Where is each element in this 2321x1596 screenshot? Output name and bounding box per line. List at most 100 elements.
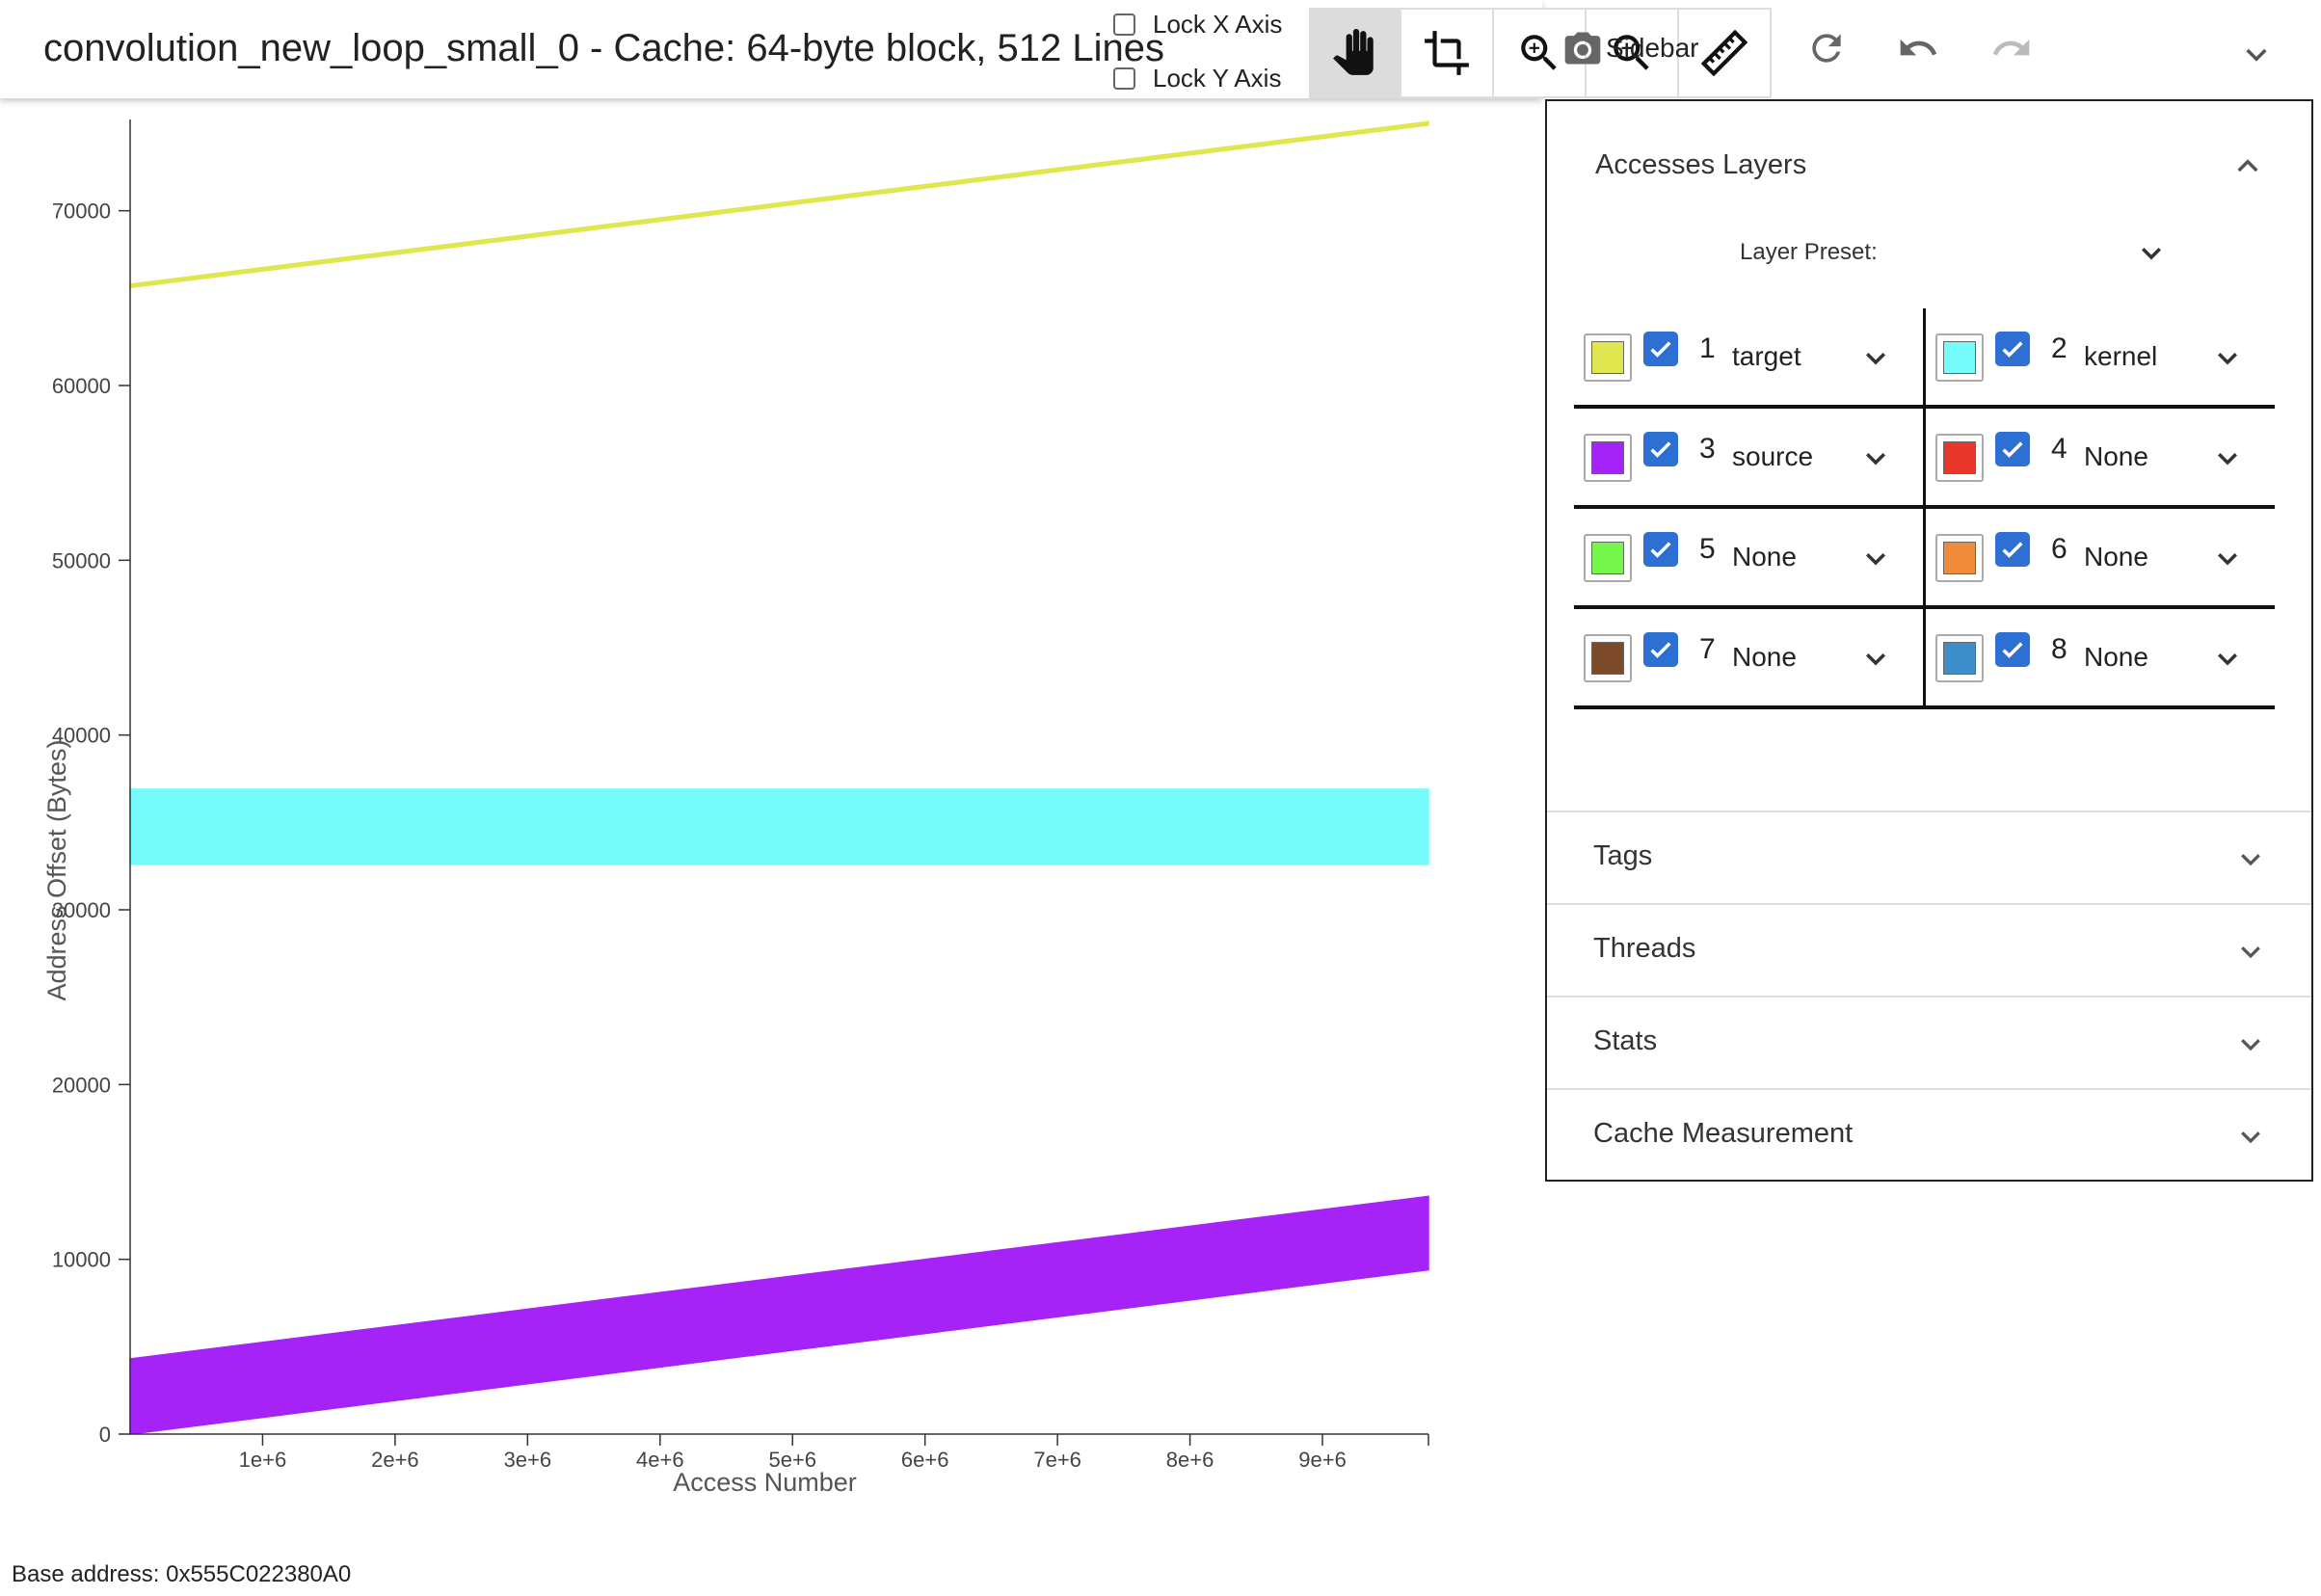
layer-name: None	[1732, 542, 1797, 572]
x-tick-label: 8e+6	[1166, 1448, 1214, 1472]
lock-y-axis-toggle[interactable]: Lock Y Axis	[1113, 64, 1281, 93]
layer-visible-checkbox[interactable]	[1995, 332, 2030, 366]
layer-number: 1	[1699, 332, 1716, 364]
layer-cell: 3 source	[1574, 409, 1926, 505]
chevron-down-icon[interactable]	[1861, 644, 1890, 673]
chevron-down-icon[interactable]	[1861, 443, 1890, 472]
layer-color-picker[interactable]	[1584, 534, 1632, 582]
check-icon	[1650, 642, 1671, 658]
redo-button[interactable]	[1990, 27, 2039, 75]
color-swatch	[1591, 542, 1624, 574]
layer-visible-checkbox[interactable]	[1643, 532, 1678, 567]
chevron-down-icon[interactable]	[2241, 39, 2272, 69]
chevron-down-icon[interactable]	[1861, 544, 1890, 572]
layer-name: source	[1732, 441, 1814, 471]
layer-color-picker[interactable]	[1935, 634, 1984, 682]
x-tick-label: 9e+6	[1298, 1448, 1347, 1472]
layer-name: None	[2084, 441, 2148, 471]
color-swatch	[1943, 341, 1976, 374]
layer-cell: 1 target	[1574, 308, 1926, 405]
layer-name: None	[2084, 542, 2148, 572]
layer-visible-checkbox[interactable]	[1643, 332, 1678, 366]
series-source	[129, 1195, 1429, 1435]
layer-number: 5	[1699, 533, 1716, 565]
chevron-down-icon[interactable]	[2213, 644, 2242, 673]
layer-cell: 4 None	[1926, 409, 2275, 505]
layer-number: 3	[1699, 433, 1716, 465]
layer-visible-checkbox[interactable]	[1995, 432, 2030, 466]
layer-color-picker[interactable]	[1935, 333, 1984, 382]
layer-color-picker[interactable]	[1935, 434, 1984, 482]
section-threads[interactable]: Threads	[1547, 903, 2311, 996]
chevron-down-icon[interactable]	[2213, 343, 2242, 372]
color-swatch	[1943, 542, 1976, 574]
zoom-in-icon	[1521, 35, 1557, 70]
lock-x-axis-toggle[interactable]: Lock X Axis	[1113, 10, 1282, 40]
layer-number: 7	[1699, 633, 1716, 665]
check-icon	[2002, 441, 2023, 458]
section-tags[interactable]: Tags	[1547, 811, 2311, 903]
plot-toolbar	[1309, 8, 1772, 98]
lock-y-label: Lock Y Axis	[1153, 64, 1282, 93]
layer-number: 6	[2051, 533, 2068, 565]
layer-color-picker[interactable]	[1584, 634, 1632, 682]
x-tick-label: 7e+6	[1033, 1448, 1081, 1472]
series-kernel	[129, 788, 1429, 865]
lock-y-checkbox[interactable]	[1113, 67, 1135, 90]
layer-color-picker[interactable]	[1584, 333, 1632, 382]
x-tick-label: 2e+6	[371, 1448, 419, 1472]
sidebar-toggle-button[interactable]: Sidebar	[1561, 27, 1699, 69]
x-axis-label: Access Number	[673, 1468, 857, 1497]
layer-row: 5 None 6 None	[1574, 509, 2275, 609]
layer-preset-dropdown[interactable]	[2137, 238, 2166, 267]
lock-x-checkbox[interactable]	[1113, 13, 1135, 36]
layer-cell: 7 None	[1574, 609, 1926, 705]
ruler-icon	[1700, 29, 1748, 77]
y-tick-label: 70000	[52, 200, 111, 224]
layer-name: None	[1732, 642, 1797, 672]
layer-color-picker[interactable]	[1584, 434, 1632, 482]
layer-cell: 6 None	[1926, 509, 2275, 605]
layer-number: 8	[2051, 633, 2068, 665]
layer-visible-checkbox[interactable]	[1995, 632, 2030, 667]
layer-name: target	[1732, 341, 1801, 371]
layer-visible-checkbox[interactable]	[1995, 532, 2030, 567]
series-target	[129, 120, 1429, 289]
section-label: Threads	[1593, 933, 1696, 964]
lock-x-label: Lock X Axis	[1153, 10, 1283, 39]
color-swatch	[1943, 642, 1976, 675]
sidebar-label: Sidebar	[1606, 33, 1699, 63]
color-swatch	[1943, 441, 1976, 474]
layer-visible-checkbox[interactable]	[1643, 432, 1678, 466]
x-tick-label: 1e+6	[239, 1448, 287, 1472]
layer-name: None	[2084, 642, 2148, 672]
chevron-up-icon[interactable]	[2232, 151, 2263, 182]
refresh-icon	[1812, 34, 1841, 63]
pan-button[interactable]	[1309, 8, 1401, 98]
layer-color-picker[interactable]	[1935, 534, 1984, 582]
undo-icon	[1900, 39, 1937, 56]
refresh-button[interactable]	[1805, 27, 1854, 75]
chevron-down-icon[interactable]	[2213, 443, 2242, 472]
sidebar-panel: Accesses Layers Layer Preset: 1 target 2 ke…	[1545, 99, 2313, 1182]
undo-button[interactable]	[1897, 27, 1945, 75]
layer-cell: 2 kernel	[1926, 308, 2275, 405]
crop-button[interactable]	[1401, 8, 1494, 98]
memory-access-chart[interactable]: 0100002000030000400005000060000700001e+6…	[0, 96, 1504, 1532]
layer-row: 1 target 2 kernel	[1574, 308, 2275, 409]
chevron-down-icon	[2241, 946, 2260, 959]
section-stats[interactable]: Stats	[1547, 996, 2311, 1088]
chevron-down-icon[interactable]	[2213, 544, 2242, 572]
layer-visible-checkbox[interactable]	[1643, 632, 1678, 667]
section-cache-measurement[interactable]: Cache Measurement	[1547, 1088, 2311, 1181]
y-tick-label: 20000	[52, 1073, 111, 1097]
check-icon	[1650, 341, 1671, 358]
page-title: convolution_new_loop_small_0 - Cache: 64…	[43, 27, 1164, 69]
check-icon	[2002, 642, 2023, 658]
chevron-down-icon[interactable]	[1861, 343, 1890, 372]
check-icon	[1650, 441, 1671, 458]
x-tick-label: 6e+6	[901, 1448, 949, 1472]
layer-number: 4	[2051, 433, 2068, 465]
y-tick-label: 0	[99, 1423, 111, 1447]
color-swatch	[1591, 642, 1624, 675]
